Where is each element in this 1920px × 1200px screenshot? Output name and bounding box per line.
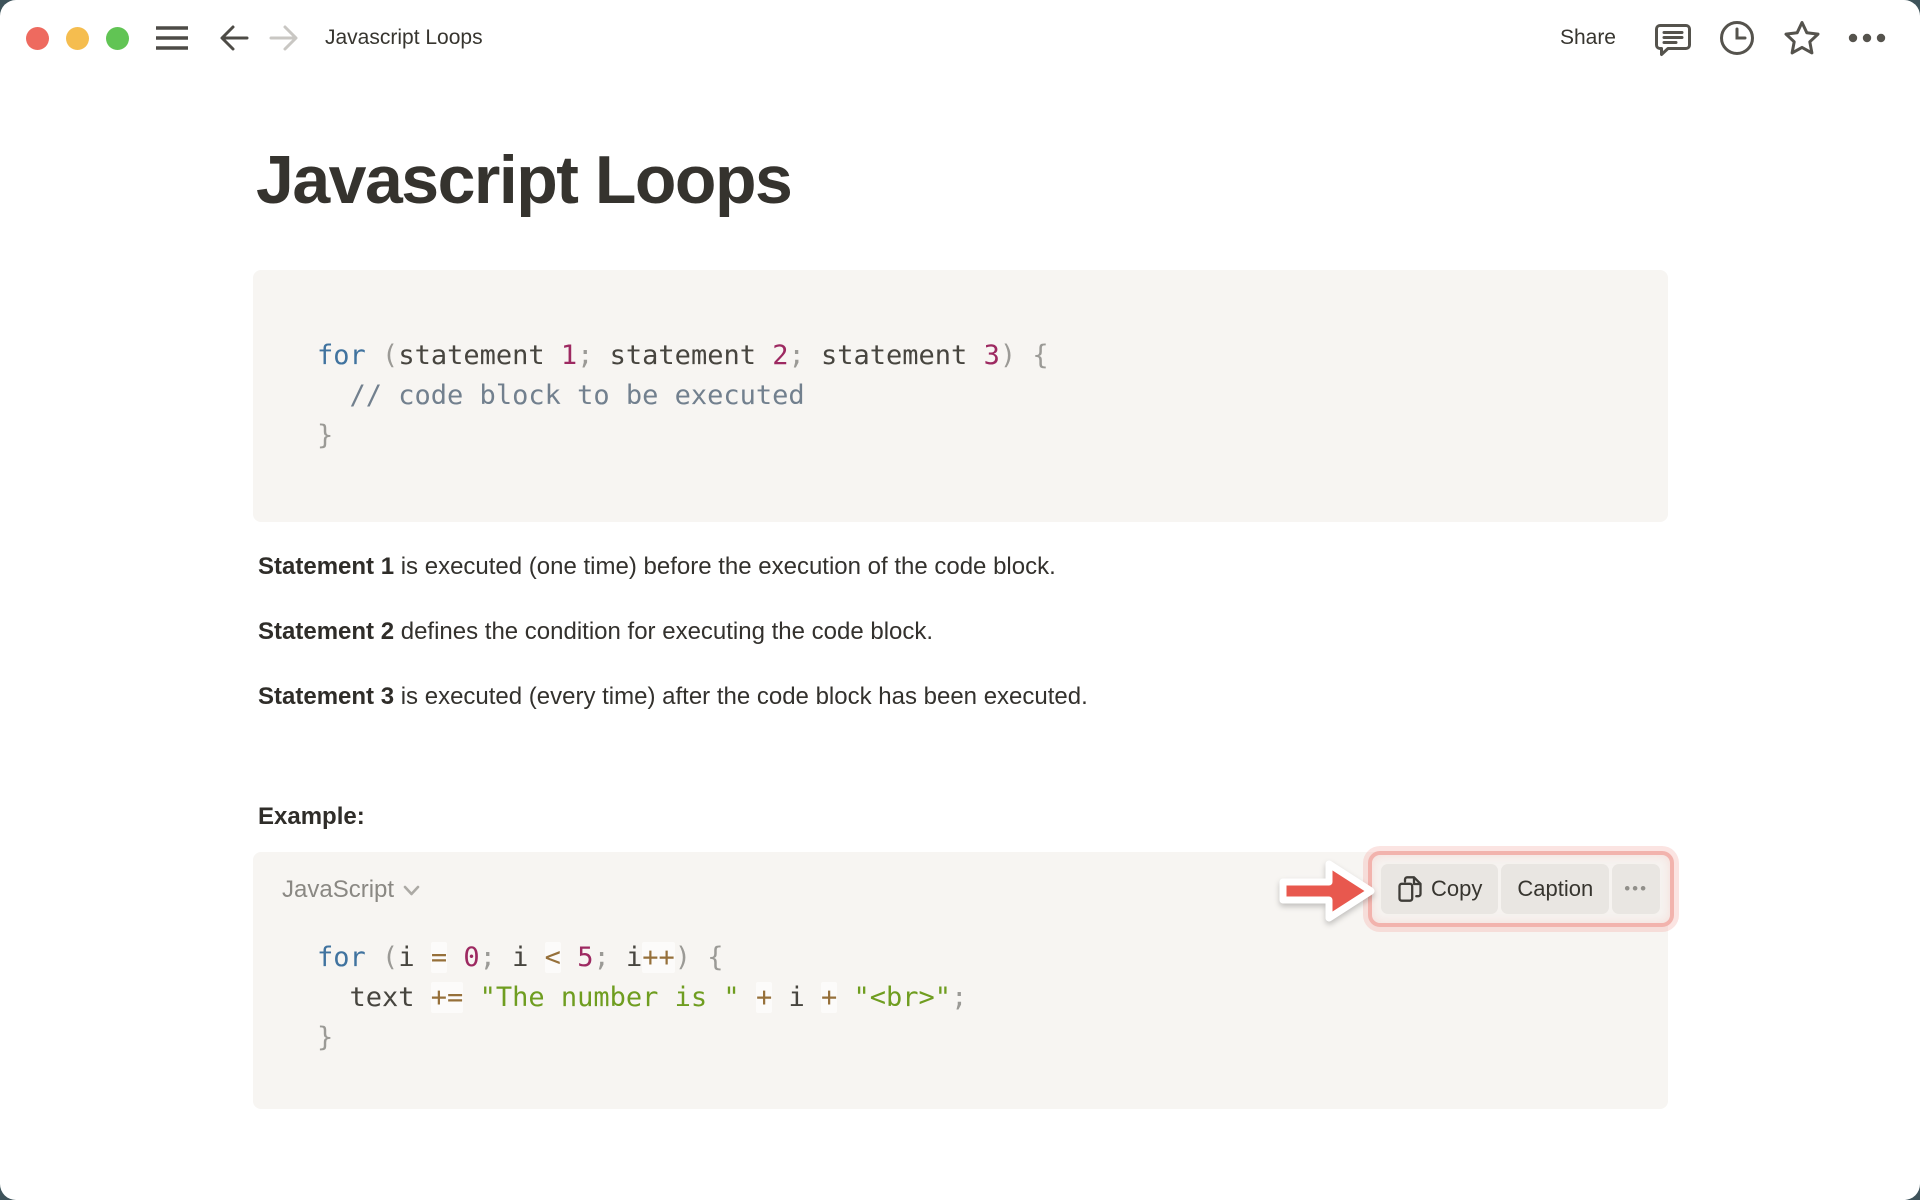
minimize-window-button[interactable] xyxy=(66,27,89,50)
code-block-syntax[interactable]: for (statement 1; statement 2; statement… xyxy=(253,270,1668,522)
code-more-icon: ••• xyxy=(1624,879,1648,899)
paragraph-text: is executed (one time) before the execut… xyxy=(394,553,1056,580)
comments-icon xyxy=(1654,19,1692,57)
more-options-button[interactable] xyxy=(1844,29,1890,47)
example-label: Example: xyxy=(258,800,1668,834)
language-label: JavaScript xyxy=(282,876,394,904)
forward-arrow-icon xyxy=(267,21,301,55)
top-bar: Javascript Loops Share xyxy=(0,0,1920,76)
annotation-highlight-box: Copy Caption ••• xyxy=(1368,851,1674,927)
caption-button-label: Caption xyxy=(1517,876,1593,902)
paragraph-text: defines the condition for executing the … xyxy=(394,618,933,645)
code-content: for (i = 0; i < 5; i++) { text += "The n… xyxy=(317,938,967,1058)
paragraph-bold: Statement 1 xyxy=(258,553,394,580)
back-button[interactable] xyxy=(213,17,255,59)
clock-icon xyxy=(1718,19,1756,57)
paragraph-statement-3: Statement 3 is executed (every time) aft… xyxy=(258,680,1668,714)
paragraph-statement-1: Statement 1 is executed (one time) befor… xyxy=(258,550,1668,584)
language-selector[interactable]: JavaScript xyxy=(282,876,420,904)
copy-button[interactable]: Copy xyxy=(1381,864,1498,914)
forward-button[interactable] xyxy=(263,17,305,59)
updates-button[interactable] xyxy=(1714,15,1760,61)
traffic-lights xyxy=(26,27,129,50)
page-title[interactable]: Javascript Loops xyxy=(256,138,1668,222)
star-icon xyxy=(1782,19,1822,57)
ellipsis-icon xyxy=(1848,33,1886,43)
code-block-example[interactable]: JavaScript Copy xyxy=(253,852,1668,1109)
back-arrow-icon xyxy=(217,21,251,55)
app-window: Javascript Loops Share xyxy=(0,0,1920,1200)
fullscreen-window-button[interactable] xyxy=(106,27,129,50)
paragraph-bold: Statement 3 xyxy=(258,683,394,710)
paragraph-statement-2: Statement 2 defines the condition for ex… xyxy=(258,615,1668,649)
caption-button[interactable]: Caption xyxy=(1501,864,1609,914)
breadcrumb-title[interactable]: Javascript Loops xyxy=(325,26,483,50)
close-window-button[interactable] xyxy=(26,27,49,50)
hamburger-menu-icon xyxy=(155,24,189,52)
sidebar-toggle-button[interactable] xyxy=(151,20,193,56)
annotation-arrow-icon xyxy=(1275,854,1379,928)
paragraph-bold: Statement 2 xyxy=(258,618,394,645)
page-content: Javascript Loops for (statement 1; state… xyxy=(0,138,1920,1109)
copy-icon xyxy=(1397,875,1423,903)
code-content: for (statement 1; statement 2; statement… xyxy=(317,336,1604,456)
share-button[interactable]: Share xyxy=(1560,26,1616,50)
favorite-button[interactable] xyxy=(1778,15,1826,61)
code-more-button[interactable]: ••• xyxy=(1612,864,1660,914)
comments-button[interactable] xyxy=(1650,15,1696,61)
paragraph-text: is executed (every time) after the code … xyxy=(394,683,1088,710)
copy-button-label: Copy xyxy=(1431,876,1482,902)
chevron-down-icon xyxy=(403,885,420,896)
